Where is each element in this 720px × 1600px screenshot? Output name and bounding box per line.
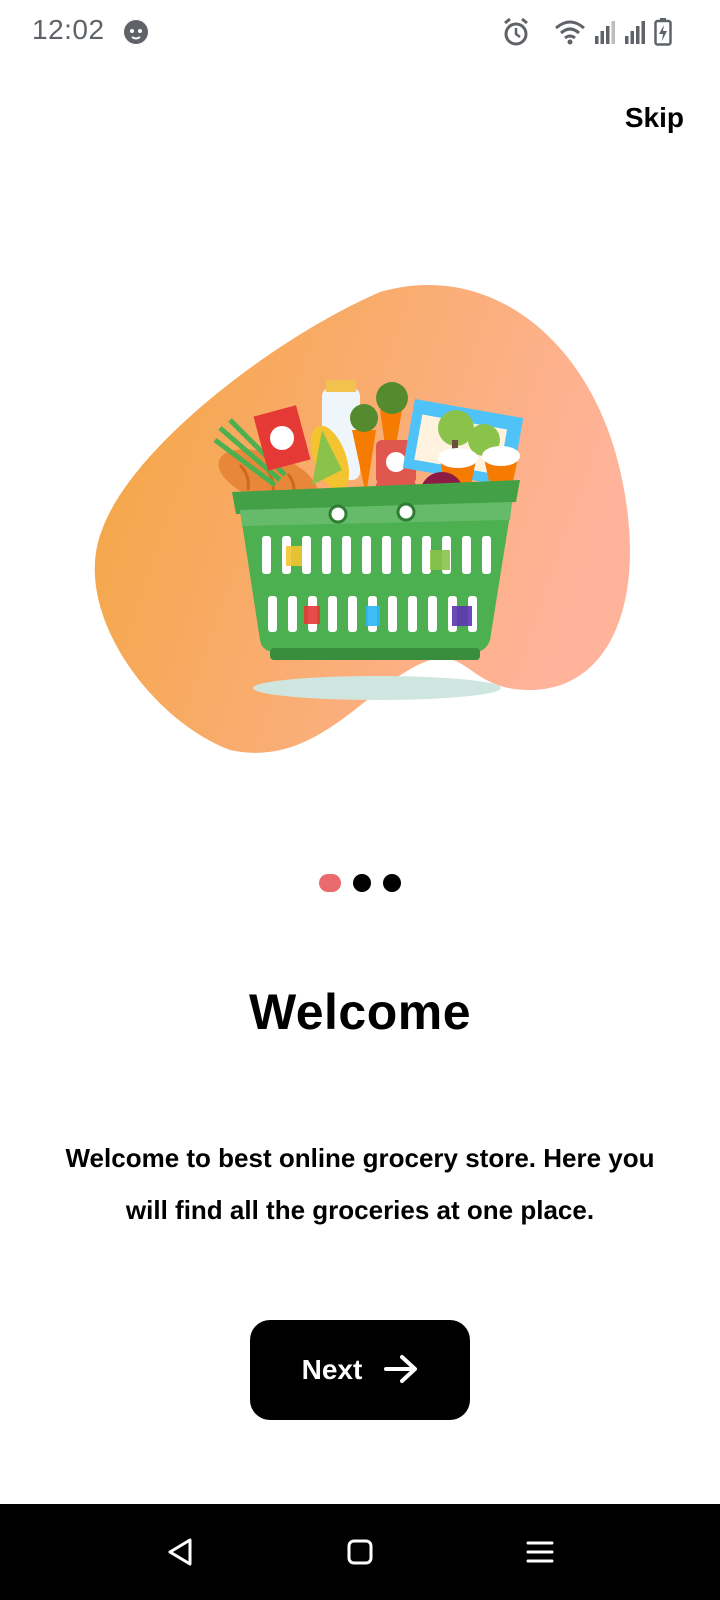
status-time: 12:02 [32, 14, 105, 45]
arrow-right-icon [384, 1354, 418, 1387]
alarm-icon [502, 17, 530, 47]
wifi-icon [554, 19, 586, 45]
next-button[interactable]: Next [250, 1320, 470, 1420]
page-dot[interactable] [353, 874, 371, 892]
next-label: Next [301, 1354, 363, 1385]
grocery-basket-illustration [90, 280, 630, 760]
signal-icon [594, 20, 616, 44]
battery-charging-icon [654, 18, 672, 46]
onboarding-title: Welcome [248, 984, 472, 1040]
menu-icon[interactable] [520, 1532, 560, 1572]
status-icons [502, 16, 672, 48]
system-nav-bar [0, 1504, 720, 1600]
onboarding-description: Welcome to best online grocery store. He… [65, 1143, 655, 1225]
skip-button[interactable]: Skip [625, 102, 684, 134]
onboarding-screen: 12:02 Skip Welcome Welcome to best onlin… [0, 0, 720, 1600]
home-icon[interactable] [340, 1532, 380, 1572]
back-icon[interactable] [160, 1532, 200, 1572]
status-bar: 12:02 [0, 0, 720, 64]
signal-icon [624, 20, 646, 44]
page-dot[interactable] [383, 874, 401, 892]
cat-face-icon [122, 18, 150, 46]
page-dot-active[interactable] [319, 874, 341, 892]
page-indicator [0, 874, 720, 892]
